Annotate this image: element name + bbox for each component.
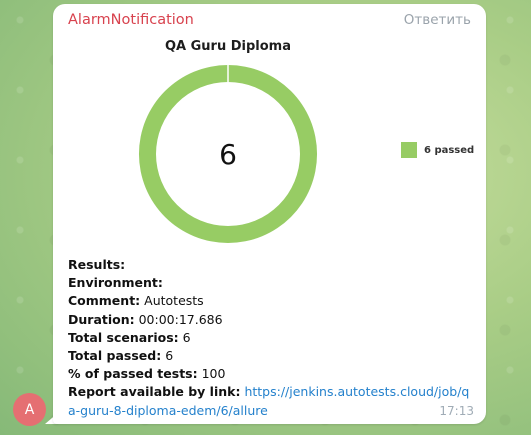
results-row: Results:	[68, 256, 473, 274]
results-label: Results:	[68, 257, 126, 272]
report-chart-image[interactable]: QA Guru Diploma 6 6 passed	[53, 34, 486, 254]
report-link-row: Report available by link: https://jenkin…	[68, 383, 473, 419]
duration-row: Duration: 00:00:17.686	[68, 311, 473, 329]
total-passed-label: Total passed:	[68, 348, 162, 364]
environment-row: Environment:	[68, 274, 473, 292]
percent-passed-value: 100	[201, 366, 226, 382]
comment-label: Comment:	[68, 293, 141, 309]
legend-label-passed: 6 passed	[424, 144, 475, 156]
duration-value: 00:00:17.686	[138, 311, 223, 327]
donut-center-label: 6	[219, 138, 237, 171]
comment-value: Autotests	[144, 293, 204, 309]
chart-legend: 6 passed	[401, 142, 474, 158]
total-passed-value: 6	[165, 348, 174, 364]
percent-passed-row: % of passed tests: 100	[68, 365, 473, 383]
message-bubble[interactable]: AlarmNotification Ответить QA Guru Diplo…	[53, 4, 486, 424]
total-scenarios-value: 6	[182, 329, 191, 345]
percent-passed-label: % of passed tests:	[68, 366, 198, 382]
legend-swatch-passed	[401, 142, 417, 158]
total-scenarios-row: Total scenarios: 6	[68, 329, 473, 347]
message-time: 17:13	[439, 404, 474, 418]
environment-label: Environment:	[68, 275, 163, 291]
duration-label: Duration:	[68, 311, 135, 327]
total-passed-row: Total passed: 6	[68, 347, 473, 365]
sender-name[interactable]: AlarmNotification	[68, 12, 194, 28]
total-scenarios-label: Total scenarios:	[68, 329, 179, 345]
report-details: Results: Environment: Comment: Autotests…	[68, 256, 473, 420]
comment-row: Comment: Autotests	[68, 292, 473, 310]
sender-avatar[interactable]: A	[13, 393, 46, 426]
report-label: Report available by link:	[68, 384, 241, 400]
reply-button[interactable]: Ответить	[404, 12, 471, 28]
